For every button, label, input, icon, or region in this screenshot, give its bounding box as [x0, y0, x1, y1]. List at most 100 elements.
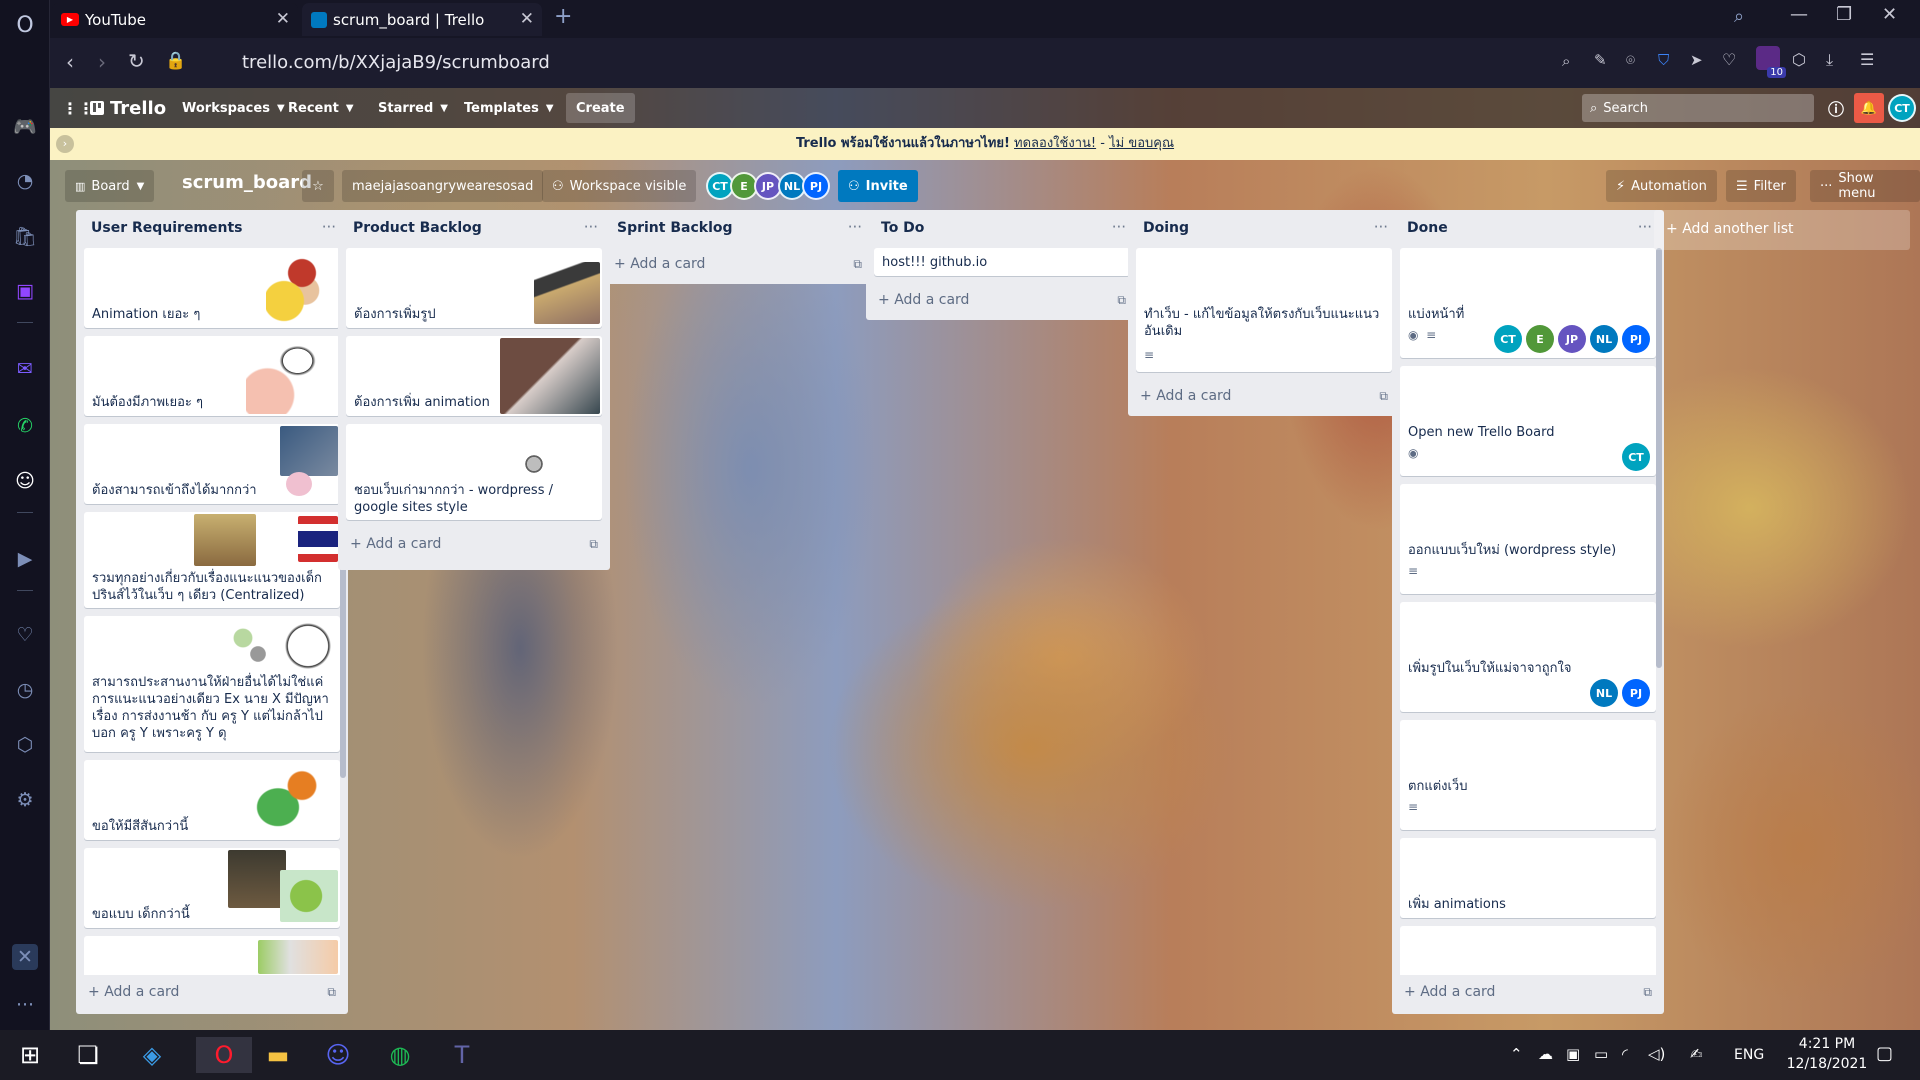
list-title[interactable]: To Do [866, 210, 1138, 248]
show-menu-button[interactable]: ··· Show menu [1810, 170, 1920, 202]
search-input[interactable]: ⌕ Search [1582, 94, 1814, 122]
task-view-icon[interactable]: ❏ [70, 1037, 106, 1073]
card[interactable]: ต้องการเพิ่ม animation [346, 336, 602, 416]
card[interactable]: สามารถประสานงานให้ฝ่ายอื่นได้ไม่ใช่แค่กา… [84, 616, 340, 752]
card[interactable]: host!!! github.io [874, 248, 1130, 276]
messenger-icon[interactable]: ✉ [12, 356, 38, 382]
try-language-link[interactable]: ทดลองใช้งาน! [1014, 136, 1096, 151]
template-icon[interactable]: ⧉ [1379, 389, 1388, 404]
list-menu-icon[interactable]: ··· [848, 218, 862, 236]
restore-button[interactable]: ❐ [1836, 4, 1852, 25]
add-card-button[interactable]: + Add a card ⧉ [1392, 976, 1664, 1012]
avatar[interactable]: NL [1590, 679, 1618, 707]
visibility-button[interactable]: ⚇ Workspace visible [542, 170, 697, 202]
tab-youtube[interactable]: ▶ YouTube ✕ [52, 3, 298, 36]
history-icon[interactable]: ◷ [12, 677, 38, 703]
card[interactable]: รวมทุกอย่างเกี่ยวกับเรื่องแนะแนวของเด็กป… [84, 512, 340, 608]
wifi-icon[interactable]: ◜ [1622, 1045, 1628, 1063]
close-tab-icon[interactable]: ✕ [276, 9, 290, 29]
forward-icon[interactable]: › [98, 50, 106, 74]
download-icon[interactable]: ⤓ [1826, 50, 1833, 70]
card[interactable]: ออกแบบเว็บใหม่ (wordpress style) ≡ [1400, 484, 1656, 594]
volume-icon[interactable]: ◁) [1648, 1045, 1665, 1063]
add-card-button[interactable]: + Add a card ⧉ [338, 528, 610, 564]
nav-templates[interactable]: Templates ▼ [454, 93, 564, 123]
card[interactable]: ต้องสามารถเข้าถึงได้มากกว่า [84, 424, 340, 504]
file-explorer-icon[interactable]: ▬ [260, 1037, 296, 1073]
add-list-button[interactable]: + Add another list [1654, 210, 1910, 250]
minimize-button[interactable]: — [1790, 4, 1808, 25]
back-icon[interactable]: ‹ [66, 50, 74, 74]
cube-icon[interactable]: ⬡ [1792, 50, 1806, 69]
card[interactable]: ทำเว็บ - แก้ไขข้อมูลให้ตรงกับเว็บแนะแนวอ… [1136, 248, 1392, 372]
avatar[interactable]: JP [1558, 325, 1586, 353]
notifications-icon[interactable]: 🔔 [1854, 93, 1884, 123]
cube-icon[interactable]: ⬡ [12, 732, 38, 758]
workspace-button[interactable]: maejajasoangrywearesosad [342, 170, 544, 202]
avatar[interactable]: PJ [802, 172, 830, 200]
discord-taskbar-icon[interactable]: ☺ [320, 1037, 356, 1073]
template-icon[interactable]: ⧉ [1643, 985, 1652, 1000]
card[interactable] [84, 936, 340, 975]
invite-button[interactable]: ⚇ Invite [838, 170, 918, 202]
template-icon[interactable]: ⧉ [327, 985, 336, 1000]
avatar[interactable]: CT [1494, 325, 1522, 353]
extension-purple-icon[interactable]: 10 [1756, 46, 1786, 78]
list-menu-icon[interactable]: ··· [1374, 218, 1388, 236]
list-title[interactable]: Done [1392, 210, 1664, 248]
card[interactable]: ชอบเว็บเก่ามากกว่า - wordpress / google … [346, 424, 602, 520]
battery-icon[interactable]: ▭ [1594, 1045, 1608, 1063]
template-icon[interactable]: ⧉ [853, 257, 862, 272]
decline-language-link[interactable]: ไม่ ขอบคุณ [1109, 136, 1174, 151]
list-title[interactable]: User Requirements [76, 210, 348, 248]
tab-trello[interactable]: scrum_board | Trello ✕ [302, 3, 542, 36]
edit-icon[interactable]: ✎ [1594, 51, 1607, 69]
url-field[interactable]: trello.com/b/XXjajaB9/scrumboard [242, 52, 550, 73]
windows-start-icon[interactable]: ⊞ [12, 1037, 48, 1073]
gamepad-icon[interactable]: 🎮 [12, 113, 38, 139]
card[interactable]: เพิ่ม animations [1400, 838, 1656, 918]
nav-recent[interactable]: Recent ▼ [278, 93, 364, 123]
camera-icon[interactable]: ⌾ [1626, 51, 1635, 69]
expand-sidebar-icon[interactable]: › [56, 135, 74, 153]
pen-icon[interactable]: ✍ [1690, 1045, 1703, 1063]
heart-icon[interactable]: ♡ [12, 622, 38, 648]
avatar[interactable]: PJ [1622, 325, 1650, 353]
send-icon[interactable]: ➤ [1690, 51, 1703, 69]
nav-workspaces[interactable]: Workspaces ▼ [172, 93, 295, 123]
card[interactable]: ตกแต่งเว็บ ≡ [1400, 720, 1656, 830]
list-menu-icon[interactable]: ··· [1112, 218, 1126, 236]
clock[interactable]: 4:21 PM 12/18/2021 [1784, 1034, 1870, 1074]
close-tab-icon[interactable]: ✕ [520, 9, 534, 29]
notification-center-icon[interactable]: ▢ [1876, 1043, 1893, 1064]
close-window-button[interactable]: ✕ [1882, 4, 1897, 25]
card[interactable]: เพิ่มรูปในเว็บให้แม่จาจาถูกใจ NL PJ [1400, 602, 1656, 712]
opera-icon[interactable]: O [196, 1037, 252, 1073]
speed-dial-icon[interactable]: ◔ [12, 168, 38, 194]
star-board-icon[interactable]: ☆ [302, 170, 334, 202]
card[interactable]: ขอให้มีสีสันกว่านี้ [84, 760, 340, 840]
template-icon[interactable]: ⧉ [1117, 293, 1126, 308]
more-icon[interactable]: ··· [12, 992, 38, 1018]
reload-icon[interactable]: ↻ [128, 49, 145, 73]
template-icon[interactable]: ⧉ [589, 537, 598, 552]
list-title[interactable]: Sprint Backlog [602, 210, 874, 248]
language-indicator[interactable]: ENG [1734, 1047, 1764, 1063]
search-tabs-icon[interactable]: ⌕ [1734, 6, 1744, 27]
automation-button[interactable]: ⚡ Automation [1606, 170, 1717, 202]
card[interactable]: ต้องการเพิ่มรูป [346, 248, 602, 328]
add-card-button[interactable]: + Add a card ⧉ [866, 284, 1138, 320]
card[interactable]: Animation เยอะ ๆ [84, 248, 340, 328]
board-view-switcher[interactable]: ▥ Board ▼ [65, 170, 155, 202]
whatsapp-icon[interactable]: ✆ [12, 413, 38, 439]
profile-avatar[interactable]: CT [1888, 94, 1916, 122]
snapshot-search-icon[interactable]: ⌕ [1562, 52, 1570, 70]
bookmark-heart-icon[interactable]: ♡ [1722, 50, 1736, 69]
list-title[interactable]: Product Backlog [338, 210, 610, 248]
avatar[interactable]: CT [1622, 443, 1650, 471]
shopping-bag-icon[interactable]: 🛍 [12, 223, 38, 249]
new-tab-button[interactable]: + [554, 4, 572, 29]
player-icon[interactable]: ▶ [12, 546, 38, 572]
opera-logo-icon[interactable]: O [12, 12, 38, 38]
avatar[interactable]: PJ [1622, 679, 1650, 707]
